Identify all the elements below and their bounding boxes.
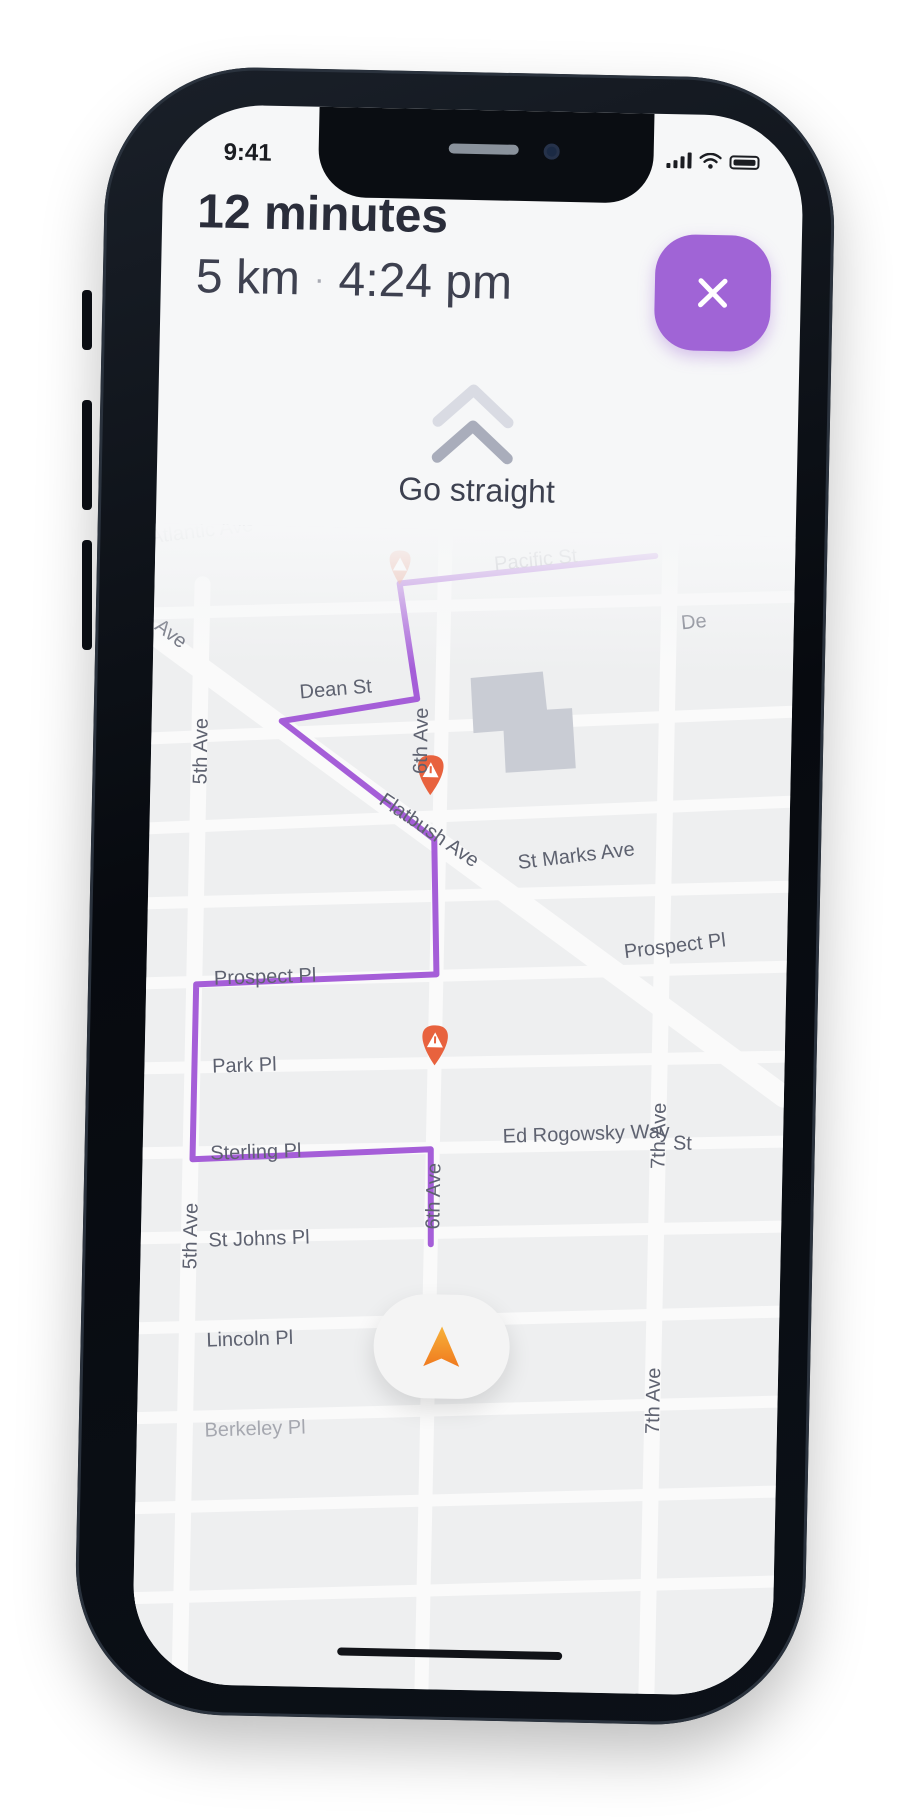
close-icon: [698, 278, 728, 308]
street-label-lincoln: Lincoln Pl: [206, 1327, 293, 1352]
street-label-right-st: St: [673, 1132, 693, 1154]
street-label-sterling: Sterling Pl: [210, 1140, 302, 1165]
trip-duration: 12 minutes: [196, 185, 449, 244]
status-icons: [666, 152, 760, 170]
navigation-arrow-icon: [423, 1326, 460, 1367]
speaker-grille: [448, 143, 519, 155]
double-chevron-up-icon: [431, 384, 514, 465]
separator-dot: ·: [313, 260, 326, 297]
street-label-7th-ave: 7th Ave: [647, 1102, 670, 1169]
wifi-icon: [699, 152, 722, 169]
street-label-right-de: De: [680, 610, 708, 634]
navigation-screen: 9:41 12 minutes 5 km · 4:24 pm Go straig…: [131, 103, 805, 1697]
volume-up-button: [82, 400, 92, 510]
trip-details: 5 km · 4:24 pm: [195, 249, 512, 311]
street-label-prospect: Prospect Pl: [214, 964, 317, 989]
phone-mockup: 9:41 12 minutes 5 km · 4:24 pm Go straig…: [0, 0, 900, 1820]
street-label-berkeley: Berkeley Pl: [204, 1416, 306, 1441]
front-camera: [543, 143, 560, 160]
arrival-time: 4:24 pm: [338, 253, 513, 310]
trip-distance: 5 km: [195, 250, 301, 306]
signal-icon: [666, 152, 692, 169]
battery-icon: [729, 155, 760, 170]
instruction-text: Go straight: [397, 470, 556, 510]
map-view[interactable]: Atlantic Ave Pacific St De Ave Dean St 6…: [131, 523, 796, 1697]
street-label-6th-ave-bottom: 6th Ave: [422, 1163, 445, 1230]
volume-down-button: [82, 540, 92, 650]
street-label-7th-ave-bottom: 7th Ave: [642, 1367, 665, 1434]
street-label-park: Park Pl: [212, 1054, 277, 1078]
street-label-st-johns: St Johns Pl: [208, 1226, 310, 1251]
street-label-5th-ave-top: 5th Ave: [189, 718, 212, 785]
status-time: 9:41: [223, 138, 272, 167]
street-label-6th-ave-top: 6th Ave: [410, 707, 433, 774]
recenter-button[interactable]: [372, 1293, 511, 1400]
mute-switch: [82, 290, 92, 350]
close-button[interactable]: [653, 233, 772, 353]
street-label-5th-ave-bottom: 5th Ave: [179, 1203, 202, 1270]
